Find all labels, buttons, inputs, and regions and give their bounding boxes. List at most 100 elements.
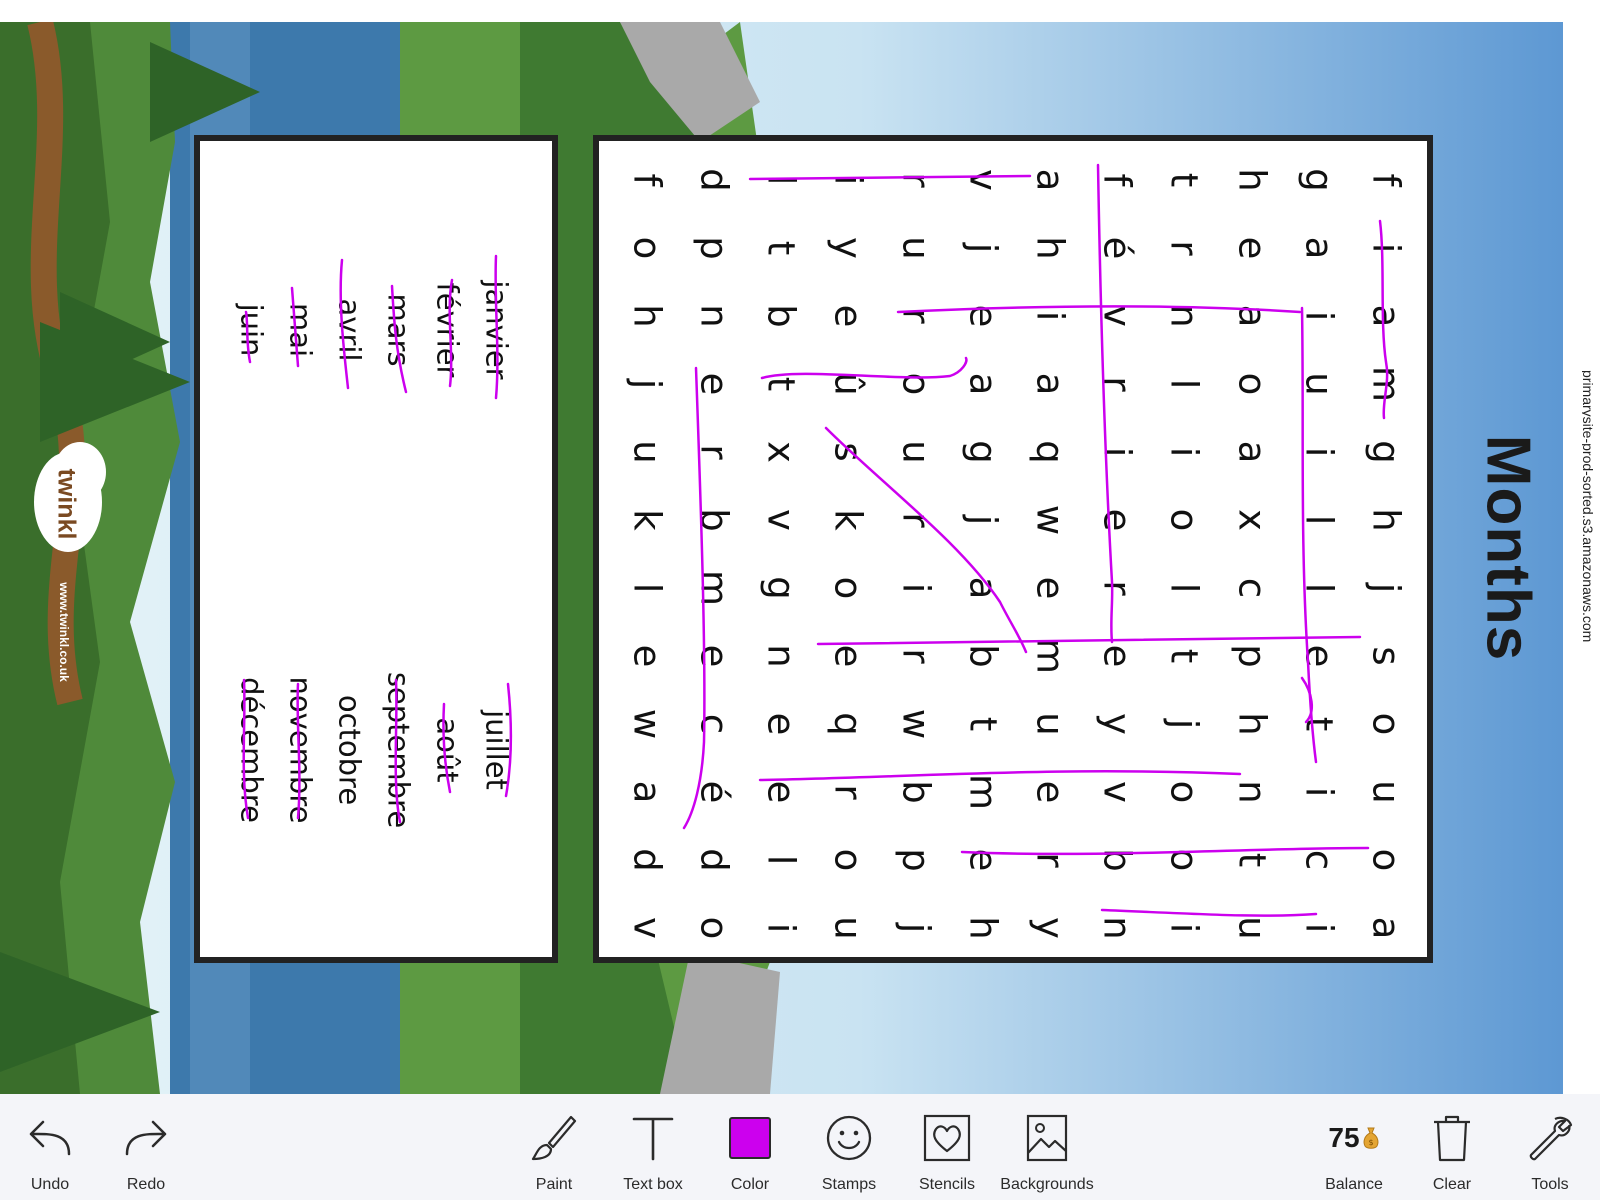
grid-cell: g: [1364, 440, 1408, 464]
grid-cell: i: [1095, 446, 1139, 458]
grid-cell: o: [1162, 780, 1206, 804]
drawing-canvas[interactable]: Months twinkl www.twinkl.co.uk fiamghjso…: [0, 0, 1600, 1094]
redo-label: Redo: [126, 1176, 166, 1193]
grid-cell: v: [1095, 305, 1139, 327]
grid-cell: h: [1230, 712, 1274, 736]
grid-cell: i: [1297, 922, 1341, 934]
grid-cell: b: [961, 644, 1005, 668]
grid-cell: u: [1364, 780, 1408, 804]
balance-value: 75: [1328, 1122, 1360, 1153]
grid-cell: a: [1364, 916, 1408, 940]
grid-cell: n: [1162, 304, 1206, 328]
stencils-button[interactable]: Stencils: [914, 1094, 980, 1200]
grid-cell: h: [961, 916, 1005, 940]
grid-cell: l: [1162, 378, 1206, 390]
grid-cell: r: [826, 784, 870, 800]
grid-cell: p: [1230, 644, 1274, 668]
grid-cell: r: [894, 648, 938, 664]
grid-cell: v: [1095, 781, 1139, 803]
grid-cell: û: [826, 372, 870, 396]
stamps-button[interactable]: Stamps: [815, 1094, 883, 1200]
grid-cell: e: [692, 644, 736, 668]
grid-cell: e: [961, 304, 1005, 328]
grid-cell: n: [692, 304, 736, 328]
grid-cell: r: [1162, 240, 1206, 256]
word-list-item: avril: [332, 298, 367, 362]
grid-cell: f: [1364, 173, 1408, 187]
grid-cell: a: [1028, 372, 1072, 396]
backgrounds-label: Backgrounds: [1000, 1176, 1094, 1193]
grid-cell: a: [1364, 304, 1408, 328]
grid-cell: i: [759, 922, 803, 934]
grid-cell: a: [1230, 440, 1274, 464]
grid-cell: q: [826, 712, 870, 736]
grid-cell: o: [692, 916, 736, 940]
grid-cell: h: [625, 304, 669, 328]
grid-cell: x: [759, 441, 803, 463]
grid-cell: v: [625, 917, 669, 939]
grid-cell: t: [1162, 172, 1206, 188]
grid-cell: w: [625, 708, 669, 740]
grid-cell: r: [692, 444, 736, 460]
grid-cell: r: [1028, 852, 1072, 868]
redo-button[interactable]: Redo: [116, 1094, 176, 1200]
tools-button[interactable]: Tools: [1520, 1094, 1580, 1200]
grid-cell: i: [1364, 242, 1408, 254]
grid-cell: e: [1297, 644, 1341, 668]
grid-cell: j: [1162, 718, 1206, 730]
worksheet-title: Months: [1473, 434, 1543, 662]
money-bag-icon: $: [1363, 1127, 1378, 1149]
grid-cell: o: [1364, 848, 1408, 872]
stencils-label: Stencils: [918, 1176, 976, 1193]
grid-cell: b: [894, 780, 938, 804]
grid-cell: s: [1364, 646, 1408, 666]
balance-label: Balance: [1325, 1176, 1383, 1193]
balance-display[interactable]: 75 $ Balance: [1316, 1094, 1392, 1200]
color-button[interactable]: Color: [720, 1094, 780, 1200]
textbox-button[interactable]: Text box: [616, 1094, 690, 1200]
twinkl-logo: twinkl: [52, 468, 81, 540]
grid-cell: x: [1230, 509, 1274, 531]
grid-cell: y: [1028, 917, 1072, 939]
word-list-item: octobre: [332, 694, 367, 806]
clear-button[interactable]: Clear: [1422, 1094, 1482, 1200]
undo-icon: [29, 1120, 71, 1156]
grid-cell: m: [692, 569, 736, 607]
grid-cell: b: [1095, 848, 1139, 872]
grid-cell: é: [692, 780, 736, 804]
word-list-item: septembre: [381, 671, 416, 829]
grid-cell: t: [1230, 852, 1274, 868]
grid-cell: o: [1230, 372, 1274, 396]
grid-cell: i: [1297, 786, 1341, 798]
grid-cell: h: [1364, 508, 1408, 532]
grid-cell: o: [1162, 848, 1206, 872]
grid-cell: t: [759, 240, 803, 256]
grid-cell: r: [894, 172, 938, 188]
paint-button[interactable]: Paint: [524, 1094, 584, 1200]
grid-cell: k: [625, 509, 669, 531]
backgrounds-button[interactable]: Backgrounds: [996, 1094, 1098, 1200]
grid-cell: e: [1095, 644, 1139, 668]
grid-cell: é: [1095, 236, 1139, 260]
word-list-item: juillet: [479, 710, 514, 790]
grid-cell: a: [961, 372, 1005, 396]
grid-cell: n: [1095, 916, 1139, 940]
paint-label: Paint: [535, 1176, 573, 1193]
grid-cell: l: [1297, 582, 1341, 594]
grid-cell: t: [759, 376, 803, 392]
grid-cell: e: [759, 780, 803, 804]
grid-cell: e: [1028, 780, 1072, 804]
grid-cell: a: [625, 780, 669, 804]
grid-cell: l: [625, 582, 669, 594]
word-list-item: novembre: [283, 676, 318, 824]
redo-icon: [125, 1120, 167, 1156]
grid-cell: t: [1297, 716, 1341, 732]
grid-cell: i: [1162, 446, 1206, 458]
undo-button[interactable]: Undo: [20, 1094, 80, 1200]
word-list-item: juin: [234, 303, 269, 357]
grid-cell: e: [1095, 508, 1139, 532]
grid-cell: c: [1297, 849, 1341, 871]
worksheet[interactable]: Months twinkl www.twinkl.co.uk fiamghjso…: [0, 22, 1563, 1094]
grid-cell: e: [692, 372, 736, 396]
grid-cell: r: [1095, 376, 1139, 392]
